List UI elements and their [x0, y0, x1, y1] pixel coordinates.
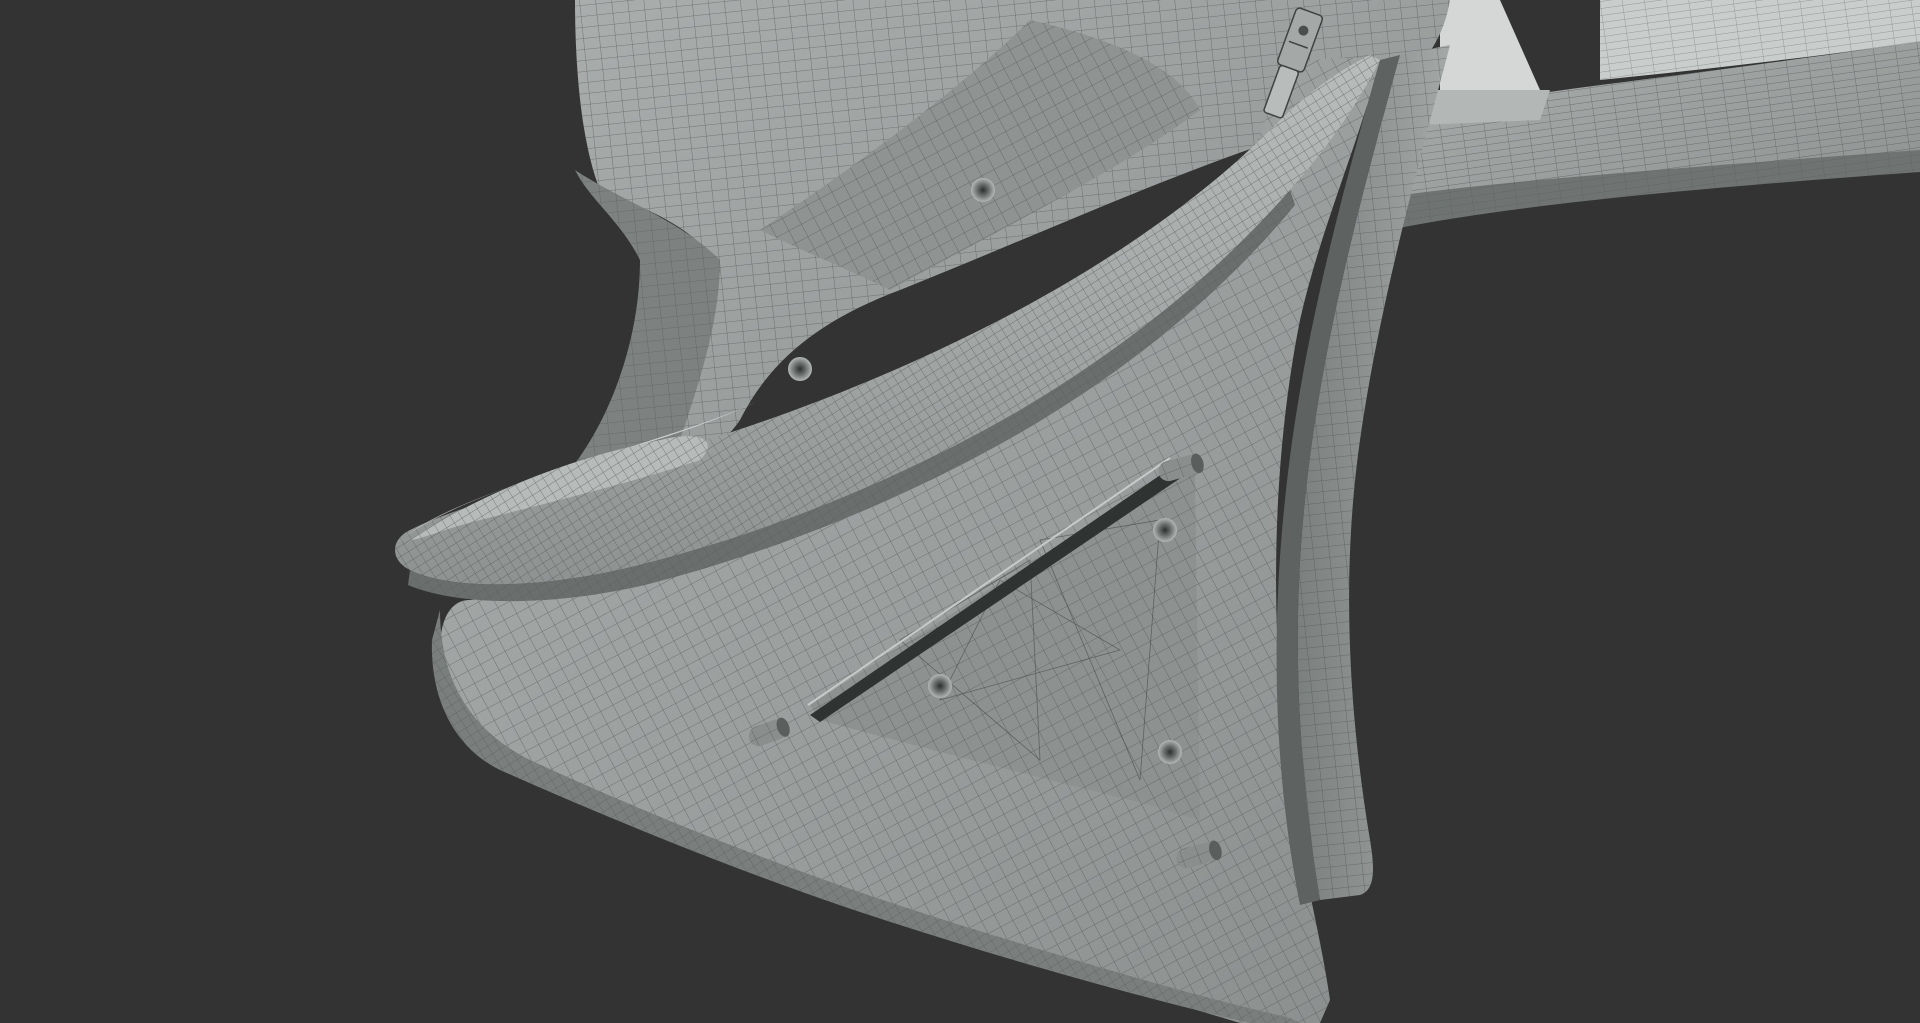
bolt [788, 357, 812, 381]
bolt [1158, 740, 1182, 764]
upper-plane [1365, 0, 1920, 235]
mesh-render [395, 0, 1920, 1023]
3d-viewport[interactable] [0, 0, 1920, 1023]
bolt [928, 674, 952, 698]
bolt [1153, 518, 1177, 542]
bolt [971, 178, 995, 202]
